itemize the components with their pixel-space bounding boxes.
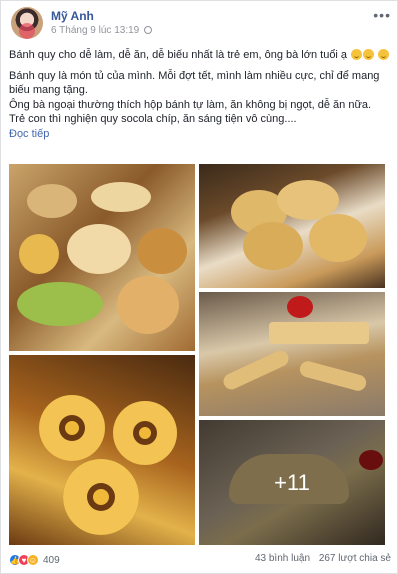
post-stats: 43 bình luận 267 lượt chia sẻ bbox=[255, 553, 391, 564]
post-card: Mỹ Anh 6 Tháng 9 lúc 13:19 ••• Bánh quy … bbox=[0, 0, 398, 574]
post-text: Bánh quy cho dễ làm, dễ ăn, dễ biếu nhất… bbox=[9, 48, 393, 141]
photo-rolled-cookies[interactable] bbox=[199, 292, 385, 416]
cookie-shape bbox=[243, 222, 303, 270]
reactions-summary[interactable]: 👍 ♥ ☺ 409 bbox=[9, 553, 60, 567]
post-header: Mỹ Anh 6 Tháng 9 lúc 13:19 ••• bbox=[11, 7, 391, 39]
cookie-shape bbox=[67, 224, 131, 274]
smile-emoji-icon bbox=[378, 49, 390, 60]
post-paragraph: Bánh quy cho dễ làm, dễ ăn, dễ biếu nhất… bbox=[9, 48, 393, 63]
photo-butter-cookies[interactable] bbox=[199, 164, 385, 288]
cookie-shape bbox=[269, 322, 369, 344]
cookie-shape bbox=[27, 184, 77, 218]
post-paragraph: Ông bà ngoại thường thích hộp bánh tự là… bbox=[9, 98, 372, 111]
more-photos-overlay[interactable]: +11 bbox=[199, 420, 385, 545]
post-paragraph: Trẻ con thì nghiện quy socola chíp, ăn s… bbox=[9, 113, 297, 125]
reaction-count: 409 bbox=[43, 554, 60, 566]
author-name[interactable]: Mỹ Anh bbox=[51, 9, 94, 23]
cookie-shape bbox=[309, 214, 367, 262]
post-footer: 👍 ♥ ☺ 409 43 bình luận 267 lượt chia sẻ bbox=[9, 553, 391, 567]
photo-more-cookies[interactable]: +11 bbox=[199, 420, 385, 545]
more-options-button[interactable]: ••• bbox=[373, 7, 391, 23]
cookie-shape bbox=[91, 182, 151, 212]
avatar[interactable] bbox=[11, 7, 43, 39]
see-more-row: Đọc tiếp bbox=[9, 127, 393, 142]
cookie-shape bbox=[19, 234, 59, 274]
timestamp-text[interactable]: 6 Tháng 9 lúc 13:19 bbox=[51, 25, 139, 36]
photo-grid: +11 bbox=[9, 164, 385, 545]
haha-icon: ☺ bbox=[27, 554, 39, 566]
shares-link[interactable]: 267 lượt chia sẻ bbox=[319, 553, 391, 564]
smile-emoji-icon bbox=[363, 49, 375, 60]
more-photos-count: +11 bbox=[274, 469, 310, 495]
cookie-shape bbox=[113, 401, 177, 465]
smile-emoji-icon bbox=[351, 49, 363, 60]
cookie-shape bbox=[298, 359, 368, 393]
cookie-shape bbox=[137, 228, 187, 274]
cookie-shape bbox=[63, 459, 139, 535]
cookie-shape bbox=[17, 282, 103, 326]
globe-icon bbox=[144, 26, 152, 34]
flower-shape bbox=[287, 296, 313, 318]
comments-link[interactable]: 43 bình luận bbox=[255, 553, 310, 564]
see-more-link[interactable]: Đọc tiếp bbox=[9, 128, 49, 140]
post-timestamp[interactable]: 6 Tháng 9 lúc 13:19 bbox=[51, 25, 152, 36]
photo-cookie-tin[interactable] bbox=[9, 164, 195, 351]
photo-hand-cookies[interactable] bbox=[9, 355, 195, 545]
post-paragraph: Bánh quy là món tủ của mình. Mỗi đợt tết… bbox=[9, 69, 380, 97]
cookie-shape bbox=[220, 347, 292, 393]
cookie-shape bbox=[39, 395, 105, 461]
cookie-shape bbox=[117, 276, 179, 334]
